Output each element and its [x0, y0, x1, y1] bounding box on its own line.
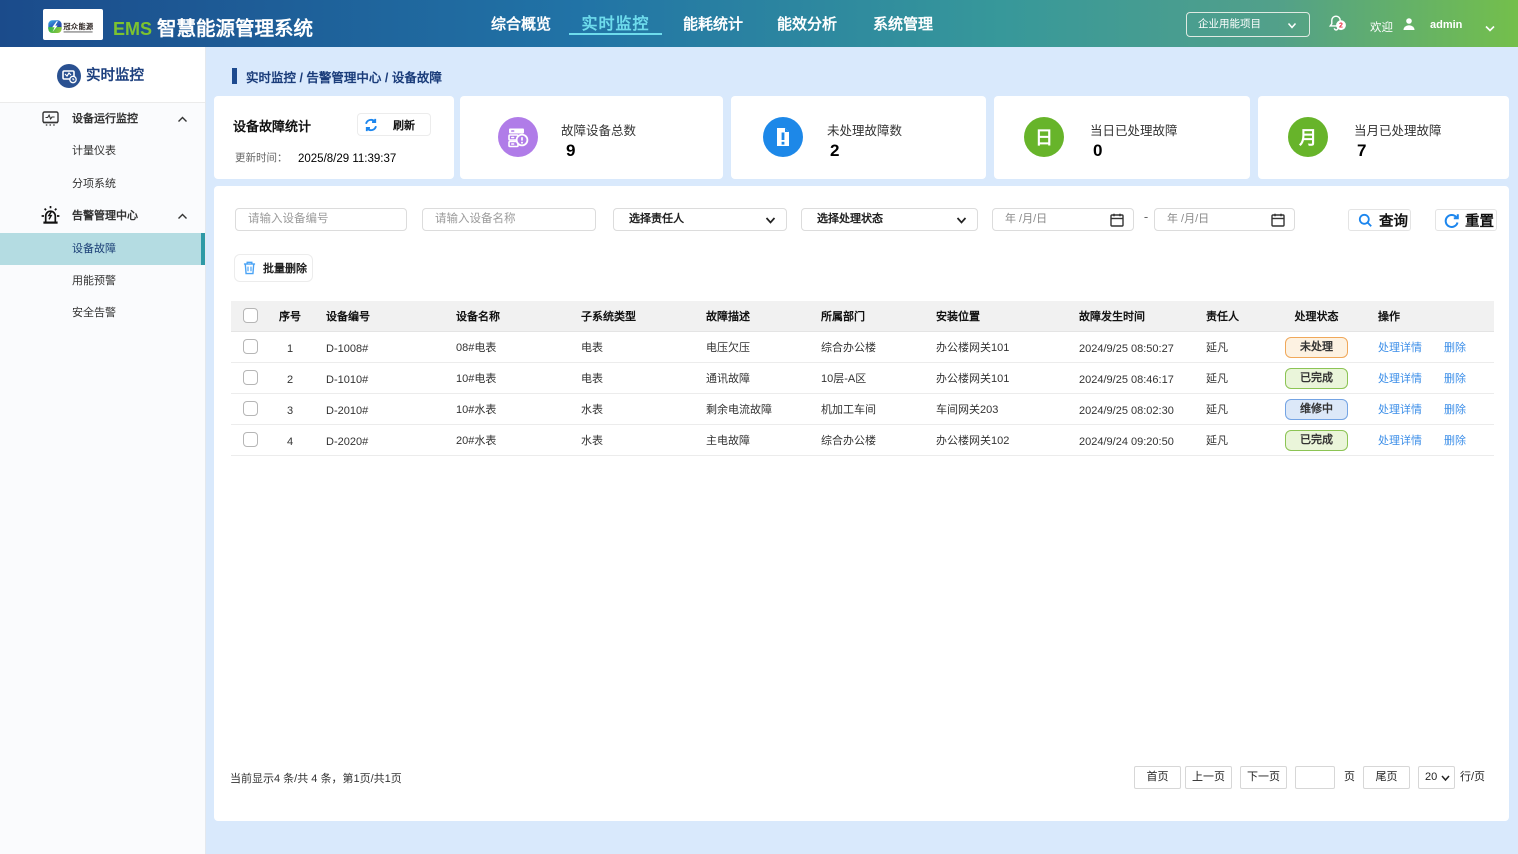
svg-text:冠众能源: 冠众能源	[63, 22, 94, 31]
svg-text:2: 2	[1339, 23, 1343, 30]
